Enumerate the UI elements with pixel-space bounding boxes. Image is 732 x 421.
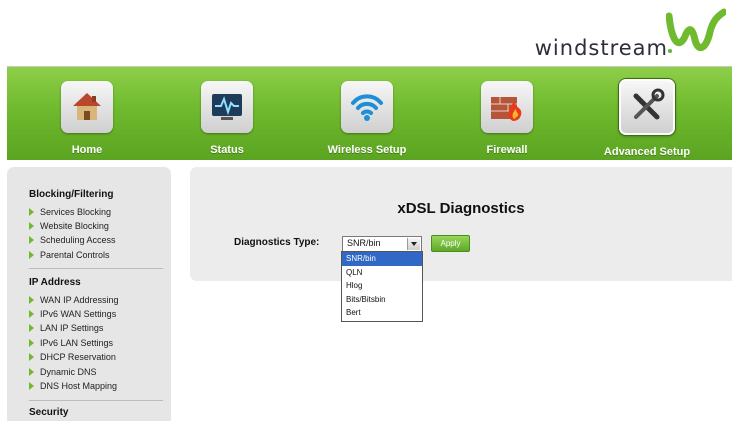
nav-advanced-label: Advanced Setup	[603, 146, 691, 158]
arrow-icon	[29, 222, 34, 230]
diagnostics-type-select[interactable]: SNR/bin	[342, 236, 422, 252]
main-panel: xDSL Diagnostics Diagnostics Type: SNR/b…	[190, 167, 732, 281]
monitor-pulse-icon	[201, 81, 253, 133]
sidebar-item-wan-ip-addressing[interactable]: WAN IP Addressing	[29, 295, 119, 309]
chevron-down-icon[interactable]	[407, 238, 420, 250]
sidebar-item-ipv6-lan-settings[interactable]: IPv6 LAN Settings	[29, 338, 113, 352]
page-title: xDSL Diagnostics	[397, 200, 525, 217]
nav-firewall[interactable]: Firewall	[442, 81, 572, 161]
dropdown-option-snr-bin[interactable]: SNR/bin	[342, 252, 422, 266]
arrow-icon	[29, 251, 34, 259]
sidebar-item-dhcp-reservation[interactable]: DHCP Reservation	[29, 352, 116, 366]
sidebar-section-security: Security	[29, 407, 69, 418]
diagnostics-type-label: Diagnostics Type:	[234, 237, 320, 248]
sidebar-item-parental-controls[interactable]: Parental Controls	[29, 250, 110, 264]
arrow-icon	[29, 368, 34, 376]
arrow-icon	[29, 310, 34, 318]
arrow-icon	[29, 324, 34, 332]
top-navigation-bar: Home Status Wireless Setup Firewall Adva…	[7, 66, 732, 160]
sidebar-item-scheduling-access[interactable]: Scheduling Access	[29, 235, 116, 249]
wifi-icon	[341, 81, 393, 133]
sidebar-divider	[29, 400, 163, 401]
sidebar-item-dynamic-dns[interactable]: Dynamic DNS	[29, 367, 97, 381]
arrow-icon	[29, 296, 34, 304]
arrow-icon	[29, 236, 34, 244]
sidebar-section-ip-address: IP Address	[29, 277, 81, 288]
diagnostics-type-dropdown: SNR/bin QLN Hlog Bits/Bitsbin Bert	[341, 251, 423, 322]
dropdown-option-hlog[interactable]: Hlog	[342, 279, 422, 293]
apply-button[interactable]: Apply	[431, 235, 470, 252]
brand-wordmark: windstream	[534, 36, 668, 60]
arrow-icon	[29, 339, 34, 347]
sidebar: Blocking/Filtering Services Blocking Web…	[7, 167, 171, 421]
sidebar-section-blocking: Blocking/Filtering	[29, 189, 114, 200]
sidebar-item-lan-ip-settings[interactable]: LAN IP Settings	[29, 323, 103, 337]
diagnostics-type-value: SNR/bin	[347, 238, 381, 248]
nav-firewall-label: Firewall	[486, 144, 528, 156]
windstream-w-icon	[666, 8, 726, 51]
sidebar-item-website-blocking[interactable]: Website Blocking	[29, 221, 109, 235]
nav-wireless-label: Wireless Setup	[327, 144, 407, 156]
nav-home[interactable]: Home	[22, 81, 152, 161]
house-icon	[61, 81, 113, 133]
nav-wireless-setup[interactable]: Wireless Setup	[302, 81, 432, 161]
nav-status-label: Status	[210, 144, 244, 156]
sidebar-divider	[29, 268, 163, 269]
sidebar-item-ipv6-wan-settings[interactable]: IPv6 WAN Settings	[29, 309, 116, 323]
dropdown-option-qln[interactable]: QLN	[342, 266, 422, 280]
dropdown-option-bits-bitsbin[interactable]: Bits/Bitsbin	[342, 293, 422, 307]
arrow-icon	[29, 208, 34, 216]
nav-home-label: Home	[71, 144, 103, 156]
arrow-icon	[29, 353, 34, 361]
sidebar-item-dns-host-mapping[interactable]: DNS Host Mapping	[29, 381, 117, 395]
tools-icon	[619, 79, 675, 135]
windstream-logo: windstream	[496, 6, 726, 62]
arrow-icon	[29, 382, 34, 390]
nav-advanced-setup[interactable]: Advanced Setup	[582, 79, 712, 161]
firewall-icon	[481, 81, 533, 133]
dropdown-option-bert[interactable]: Bert	[342, 306, 422, 320]
nav-status[interactable]: Status	[162, 81, 292, 161]
sidebar-item-services-blocking[interactable]: Services Blocking	[29, 207, 111, 221]
